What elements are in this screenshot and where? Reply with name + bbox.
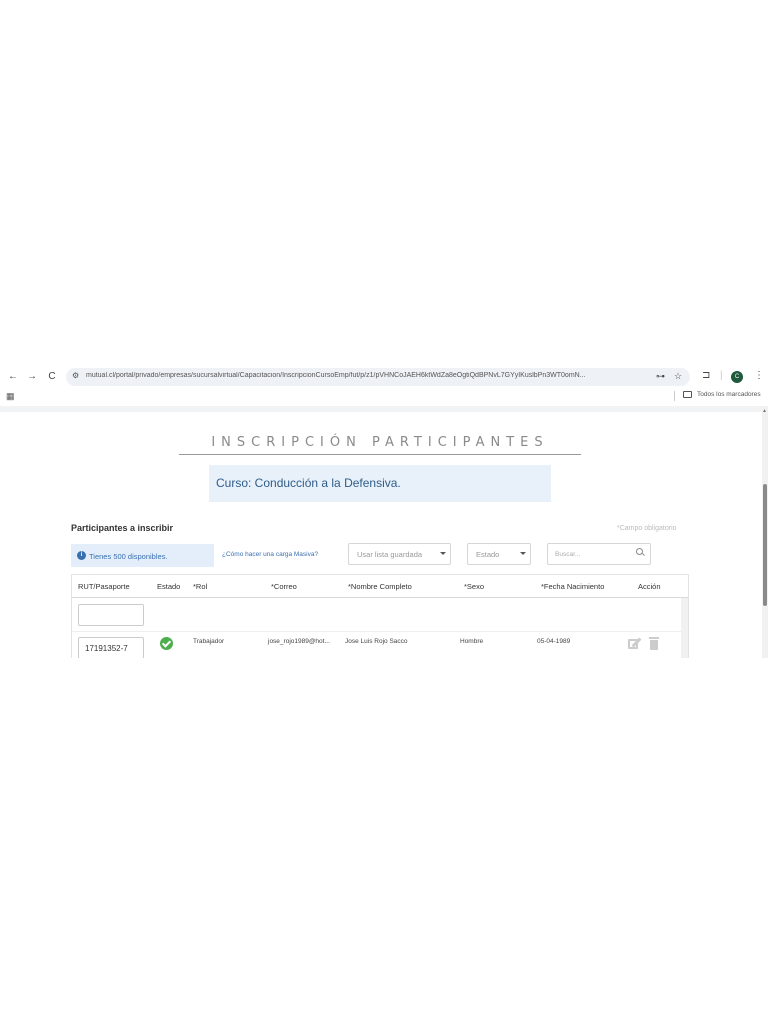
apps-grid-icon[interactable]: ▦ xyxy=(6,391,15,402)
status-filter-select[interactable]: Estado xyxy=(467,543,531,565)
scroll-up-arrow-icon[interactable]: ▲ xyxy=(762,408,767,414)
availability-text: Tienes 500 disponibles. xyxy=(89,552,168,561)
browser-chrome: ← → C ⚙ mutual.cl/portal/privado/empresa… xyxy=(0,366,768,406)
table-scrollbar[interactable] xyxy=(681,598,688,658)
sexo-cell[interactable]: Hombre xyxy=(460,638,483,645)
bulk-upload-help-link[interactable]: ¿Cómo hacer una carga Masiva? xyxy=(222,551,318,558)
search-input[interactable]: Buscar... xyxy=(547,543,651,565)
page-scrollbar[interactable]: ▲ xyxy=(762,406,768,658)
saved-list-select[interactable]: Usar lista guardada xyxy=(348,543,451,565)
url-text[interactable]: mutual.cl/portal/privado/empresas/sucurs… xyxy=(86,372,642,379)
header-rut[interactable]: RUT/Pasaporte xyxy=(78,582,130,591)
folder-icon xyxy=(683,391,692,398)
rut-filter-input[interactable] xyxy=(78,604,144,626)
page-scrollbar-thumb[interactable] xyxy=(763,484,767,606)
participants-table: RUT/Pasaporte Estado *Rol *Correo *Nombr… xyxy=(71,574,689,658)
extensions-icon[interactable]: ⊐ xyxy=(702,370,710,381)
status-filter-select-value: Estado xyxy=(476,550,500,559)
trash-icon-body xyxy=(650,640,658,650)
back-icon[interactable]: ← xyxy=(6,370,20,384)
header-nombre[interactable]: *Nombre Completo xyxy=(348,582,412,591)
rut-value: 17191352-7 xyxy=(85,644,128,653)
search-icon[interactable] xyxy=(636,548,643,555)
header-fecha[interactable]: *Fecha Nacimiento xyxy=(541,582,604,591)
browser-toolbar: ← → C ⚙ mutual.cl/portal/privado/empresa… xyxy=(0,366,768,388)
password-key-icon[interactable]: ⊶ xyxy=(656,371,665,382)
trash-icon[interactable] xyxy=(649,637,659,650)
rol-cell[interactable]: Trabajador xyxy=(193,638,224,645)
header-sexo[interactable]: *Sexo xyxy=(464,582,484,591)
reload-icon[interactable]: C xyxy=(45,370,59,384)
row-divider xyxy=(72,631,681,632)
page-content: ▲ INSCRIPCIÓN PARTICIPANTES Curso: Condu… xyxy=(0,406,768,658)
bookmark-star-icon[interactable]: ☆ xyxy=(674,371,682,382)
title-underline xyxy=(179,454,581,455)
page-top-strip xyxy=(0,406,762,412)
info-icon: i xyxy=(77,551,86,560)
rut-field[interactable]: 17191352-7 xyxy=(78,637,144,658)
header-accion: Acción xyxy=(638,582,661,591)
header-estado[interactable]: Estado xyxy=(157,582,180,591)
table-header-row: RUT/Pasaporte Estado *Rol *Correo *Nombr… xyxy=(72,575,688,598)
chevron-down-icon xyxy=(440,552,446,555)
all-bookmarks-link[interactable]: Todos los marcadores xyxy=(697,391,761,398)
fecha-cell[interactable]: 05-04-1989 xyxy=(537,638,570,645)
check-circle-icon xyxy=(160,637,173,650)
saved-list-select-value: Usar lista guardada xyxy=(357,550,423,559)
edit-icon[interactable] xyxy=(628,637,642,649)
availability-info: i Tienes 500 disponibles. xyxy=(71,544,214,567)
chevron-down-icon xyxy=(520,552,526,555)
address-bar[interactable]: ⚙ mutual.cl/portal/privado/empresas/sucu… xyxy=(66,368,690,386)
header-rol[interactable]: *Rol xyxy=(193,582,207,591)
search-placeholder: Buscar... xyxy=(555,551,581,558)
profile-avatar[interactable]: C xyxy=(731,371,743,383)
section-title: Participantes a inscribir xyxy=(71,523,174,533)
menu-kebab-icon[interactable]: ⋮ xyxy=(754,370,764,381)
site-settings-icon[interactable]: ⚙ xyxy=(72,371,79,380)
course-label: Curso: Conducción a la Defensiva. xyxy=(216,476,401,490)
page-title: INSCRIPCIÓN PARTICIPANTES xyxy=(211,435,549,450)
required-field-note: *Campo obligatorio xyxy=(617,525,677,532)
bookmarks-divider xyxy=(674,391,675,401)
correo-cell[interactable]: jose_rojo1989@hot... xyxy=(268,638,330,645)
header-correo[interactable]: *Correo xyxy=(271,582,297,591)
forward-icon[interactable]: → xyxy=(25,370,39,384)
bookmarks-bar: ▦ Todos los marcadores xyxy=(0,388,768,404)
course-banner: Curso: Conducción a la Defensiva. xyxy=(209,465,551,502)
toolbar-divider: | xyxy=(720,370,723,381)
trash-icon-lid xyxy=(649,637,659,639)
nombre-cell[interactable]: Jose Luis Rojo Sacco xyxy=(345,638,408,645)
